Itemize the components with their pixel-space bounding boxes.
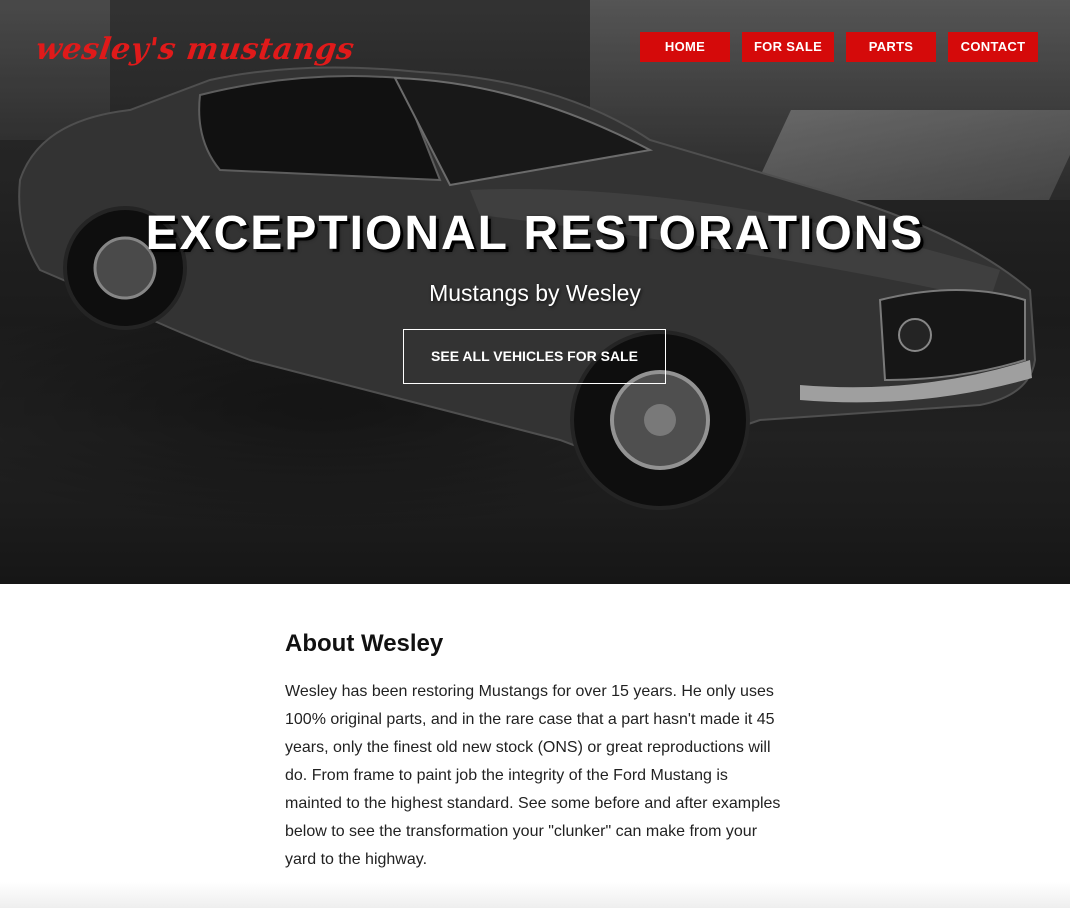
see-vehicles-button[interactable]: SEE ALL VEHICLES FOR SALE	[403, 329, 666, 384]
about-body: Wesley has been restoring Mustangs for o…	[285, 683, 781, 868]
nav-contact-button[interactable]: CONTACT	[948, 32, 1038, 62]
hero-subtitle: Mustangs by Wesley	[429, 280, 641, 306]
section-divider	[0, 882, 1070, 908]
site-logo[interactable]: wesley's mustangs	[34, 32, 357, 67]
nav-parts-button[interactable]: PARTS	[846, 32, 936, 62]
nav-for-sale-button[interactable]: FOR SALE	[742, 32, 834, 62]
hero-title: EXCEPTIONAL RESTORATIONS	[145, 207, 925, 260]
nav-home-button[interactable]: HOME	[640, 32, 730, 62]
hero-banner: wesley's mustangs HOME FOR SALE PARTS CO…	[0, 0, 1070, 584]
main-nav: HOME FOR SALE PARTS CONTACT	[640, 32, 1038, 62]
about-section: About Wesley Wesley has been restoring M…	[285, 630, 785, 874]
about-heading: About Wesley	[285, 630, 444, 657]
